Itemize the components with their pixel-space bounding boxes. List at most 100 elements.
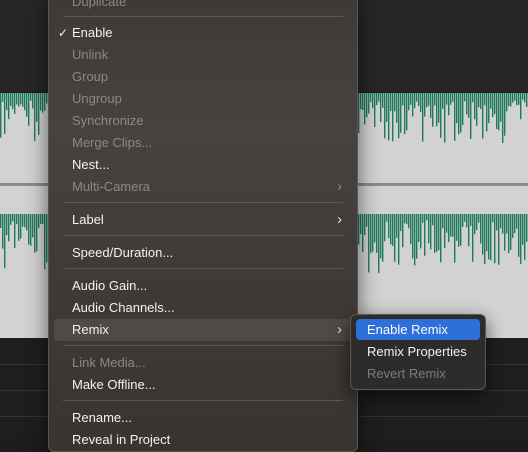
menu-item-label-submenu[interactable]: Label › xyxy=(54,209,352,231)
waveform-bar xyxy=(488,93,490,124)
waveform-bar xyxy=(472,93,474,103)
menu-item-synchronize: Synchronize xyxy=(54,110,352,132)
menu-item-enable[interactable]: ✓ Enable xyxy=(54,22,352,44)
waveform-bar xyxy=(10,93,12,106)
waveform-bar xyxy=(486,214,488,252)
waveform-bar xyxy=(24,93,26,111)
waveform-bar xyxy=(506,214,508,234)
submenu-item-label: Enable Remix xyxy=(367,322,448,337)
waveform-bar xyxy=(458,93,460,135)
waveform-bar xyxy=(366,214,368,227)
chevron-right-icon: › xyxy=(337,321,342,338)
waveform-bar xyxy=(438,214,440,251)
submenu-item-revert-remix: Revert Remix xyxy=(356,363,480,384)
menu-item-audio-channels[interactable]: Audio Channels... xyxy=(54,297,352,319)
waveform-bar xyxy=(34,214,36,253)
menu-item-rename[interactable]: Rename... xyxy=(54,407,352,429)
waveform-bar xyxy=(498,93,500,131)
waveform-bar xyxy=(416,214,418,259)
chevron-right-icon: › xyxy=(337,178,342,195)
waveform-bar xyxy=(372,214,374,252)
waveform-bar xyxy=(466,214,468,228)
menu-item-label: Enable xyxy=(72,25,113,40)
waveform-bar xyxy=(496,93,498,129)
waveform-bar xyxy=(18,93,20,107)
menu-item-label: Synchronize xyxy=(72,113,144,128)
menu-item-label: Rename... xyxy=(72,410,132,425)
waveform-bar xyxy=(382,214,384,262)
waveform-bar xyxy=(480,214,482,244)
waveform-bar xyxy=(4,214,6,269)
waveform-bar xyxy=(402,93,404,106)
menu-item-label: Label xyxy=(72,212,104,227)
chevron-right-icon: › xyxy=(337,211,342,228)
waveform-bar xyxy=(500,214,502,229)
waveform-bar xyxy=(490,93,492,109)
waveform-bar xyxy=(386,214,388,222)
waveform-bar xyxy=(0,214,2,229)
waveform-bar xyxy=(448,214,450,243)
waveform-bar xyxy=(490,214,492,261)
waveform-bar xyxy=(360,214,362,235)
waveform-bar xyxy=(508,214,510,254)
menu-item-make-offline[interactable]: Make Offline... xyxy=(54,374,352,396)
waveform-bar xyxy=(4,93,6,134)
menu-item-label: Duplicate xyxy=(72,0,127,9)
waveform-bar xyxy=(394,214,396,262)
waveform-bar xyxy=(480,93,482,109)
waveform-bar xyxy=(516,93,518,106)
menu-separator xyxy=(63,16,343,17)
waveform-bar xyxy=(426,214,428,221)
waveform-bar xyxy=(522,214,524,245)
waveform-bar xyxy=(42,93,44,113)
menu-item-nest[interactable]: Nest... xyxy=(54,154,352,176)
waveform-bar xyxy=(404,214,406,224)
waveform-bar xyxy=(446,214,448,233)
waveform-bar xyxy=(430,93,432,118)
waveform-bar xyxy=(502,93,504,143)
menu-item-speed-duration[interactable]: Speed/Duration... xyxy=(54,242,352,264)
waveform-bar xyxy=(430,214,432,250)
waveform-bar xyxy=(0,93,2,138)
waveform-bar xyxy=(452,93,454,102)
waveform-bar xyxy=(426,93,428,108)
waveform-bar xyxy=(26,214,28,231)
waveform-bar xyxy=(518,214,520,257)
submenu-item-enable-remix[interactable]: Enable Remix xyxy=(356,319,480,340)
waveform-bar xyxy=(44,214,46,270)
waveform-bar xyxy=(398,93,400,139)
waveform-bar xyxy=(16,214,18,224)
waveform-bar xyxy=(510,93,512,107)
waveform-bar xyxy=(504,93,506,136)
waveform-bar xyxy=(388,214,390,239)
waveform-bar xyxy=(32,93,34,109)
waveform-bar xyxy=(462,214,464,227)
waveform-bar xyxy=(424,214,426,256)
waveform-bar xyxy=(516,214,518,229)
waveform-bar xyxy=(30,93,32,101)
waveform-bar xyxy=(376,214,378,253)
submenu-item-remix-properties[interactable]: Remix Properties xyxy=(356,341,480,362)
waveform-bar xyxy=(440,214,442,263)
menu-item-label: Multi-Camera xyxy=(72,179,151,194)
waveform-bar xyxy=(428,93,430,106)
waveform-bar xyxy=(428,214,430,244)
menu-separator xyxy=(63,345,343,346)
waveform-bar xyxy=(494,214,496,264)
waveform-bar xyxy=(368,93,370,114)
waveform-bar xyxy=(450,93,452,105)
waveform-bar xyxy=(420,214,422,249)
waveform-bar xyxy=(2,214,4,249)
waveform-bar xyxy=(366,93,368,118)
checkmark-icon: ✓ xyxy=(58,26,69,40)
menu-item-audio-gain[interactable]: Audio Gain... xyxy=(54,275,352,297)
menu-item-remix[interactable]: Remix › xyxy=(54,319,352,341)
waveform-bar xyxy=(358,93,360,134)
waveform-bar xyxy=(6,93,8,111)
waveform-bar xyxy=(488,214,490,260)
waveform-bar xyxy=(360,93,362,110)
waveform-bar xyxy=(526,214,528,242)
menu-item-label: Audio Channels... xyxy=(72,300,175,315)
waveform-bar xyxy=(370,93,372,103)
menu-item-reveal-in-project[interactable]: Reveal in Project xyxy=(54,429,352,451)
